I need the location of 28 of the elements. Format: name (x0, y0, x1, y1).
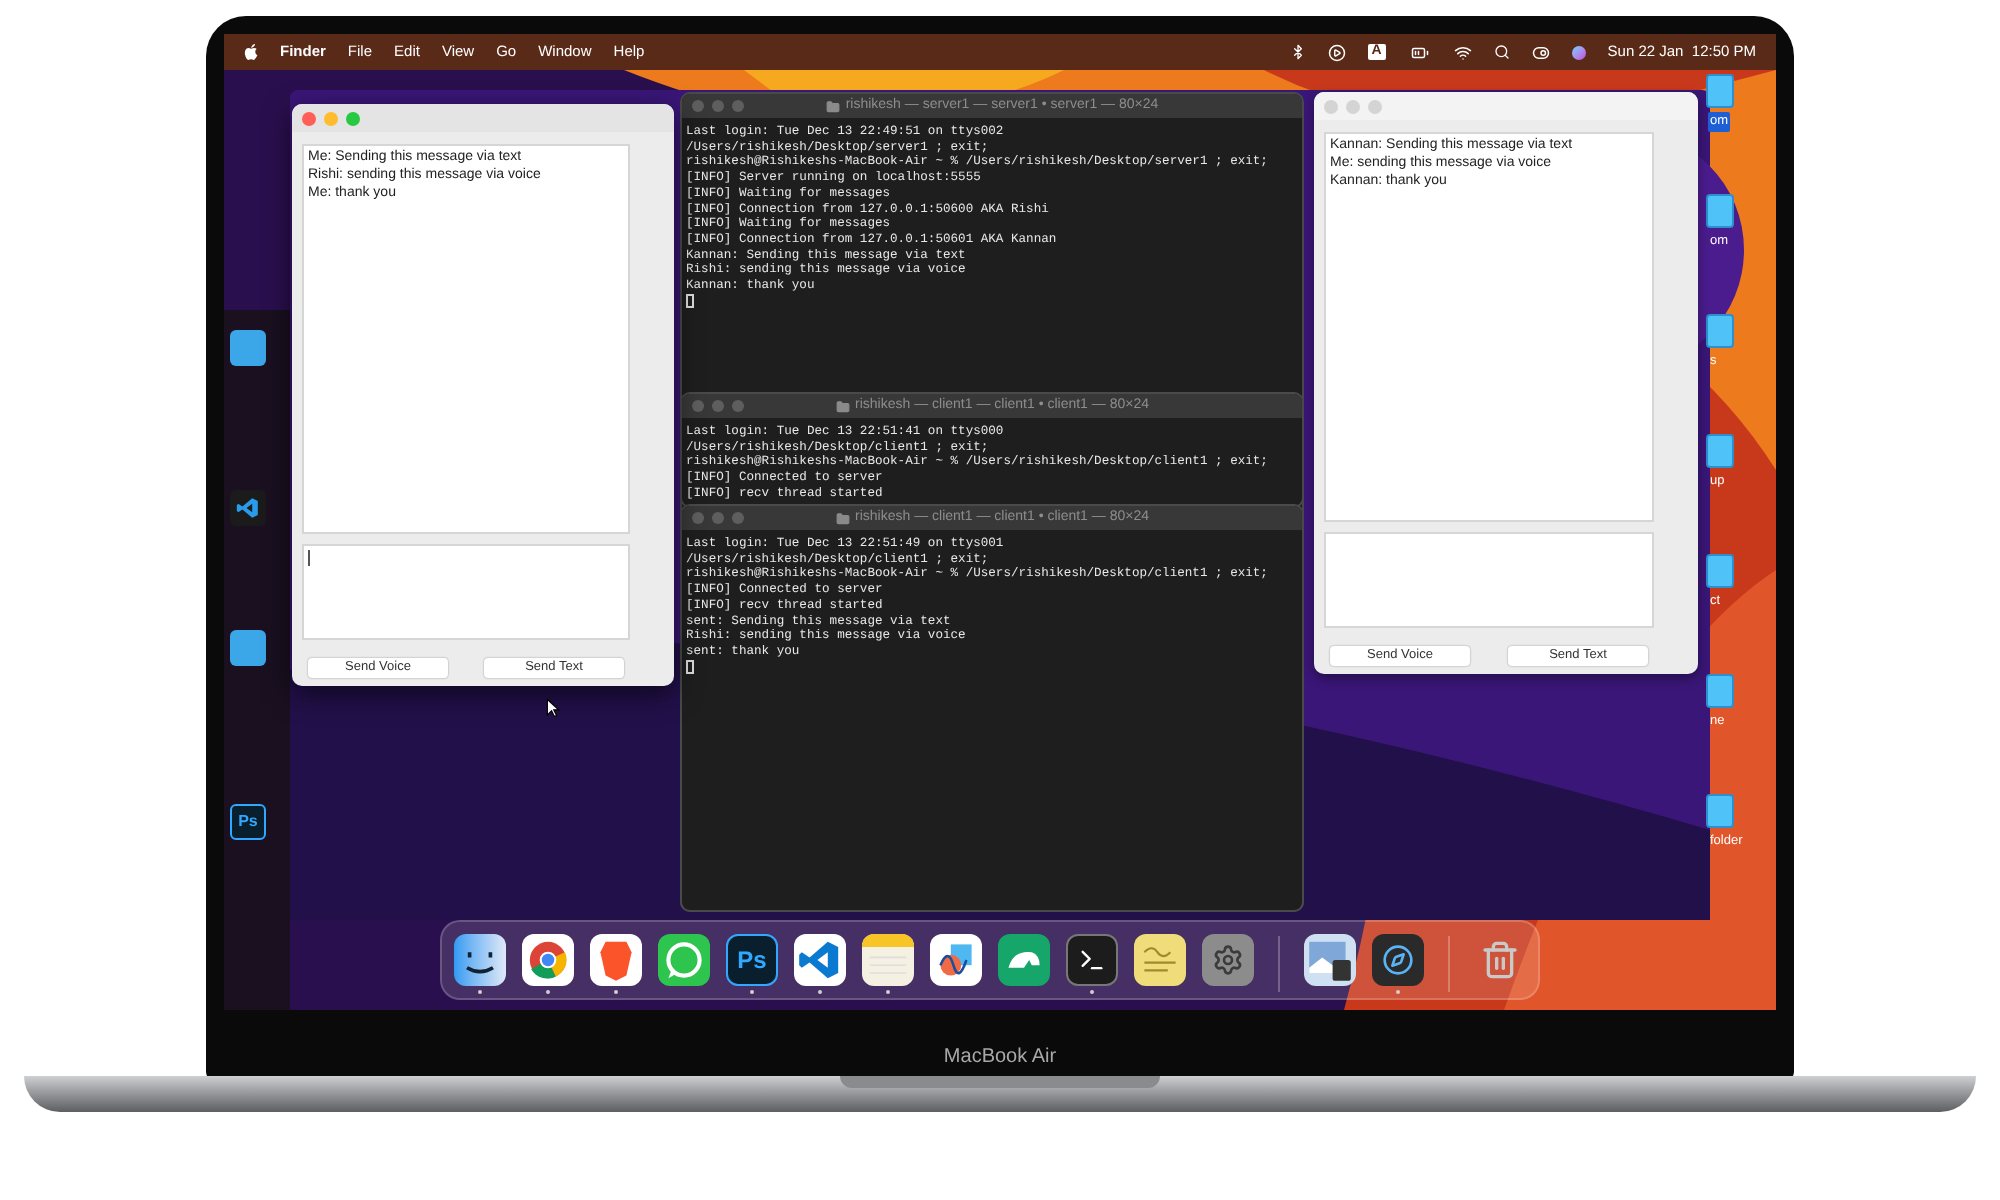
bluetooth-icon[interactable] (1289, 44, 1306, 60)
device-label: MacBook Air (943, 1044, 1057, 1072)
orb-icon[interactable] (1571, 45, 1586, 59)
mouse-pointer-icon (546, 698, 560, 718)
play-icon[interactable] (1327, 43, 1346, 61)
message-input[interactable] (302, 544, 630, 640)
folder-icon (835, 511, 849, 525)
settings-icon[interactable] (1202, 933, 1254, 985)
face-icon[interactable] (454, 933, 506, 985)
photoshop-icon[interactable]: Ps (230, 804, 266, 840)
battery-icon[interactable] (1407, 43, 1432, 61)
note-icon[interactable] (1134, 933, 1186, 985)
terminal-icon[interactable] (1066, 933, 1118, 985)
folder-icon (835, 399, 849, 413)
apple-icon[interactable] (244, 44, 258, 60)
phone-icon[interactable] (658, 933, 710, 985)
folder-icon (825, 99, 840, 113)
ribbon-icon[interactable] (794, 933, 846, 985)
scribble-icon[interactable] (930, 933, 982, 985)
wifi-icon[interactable] (1453, 43, 1472, 61)
message-input[interactable] (1324, 532, 1654, 628)
search-icon[interactable] (1493, 44, 1510, 60)
toggle-icon[interactable] (1531, 43, 1550, 61)
photo-icon[interactable] (1304, 933, 1356, 985)
magnifier-icon[interactable] (1372, 933, 1424, 985)
photoshop-icon[interactable]: Ps (726, 933, 778, 985)
notepad-icon[interactable] (862, 933, 914, 985)
ribbon-icon[interactable] (230, 490, 266, 526)
